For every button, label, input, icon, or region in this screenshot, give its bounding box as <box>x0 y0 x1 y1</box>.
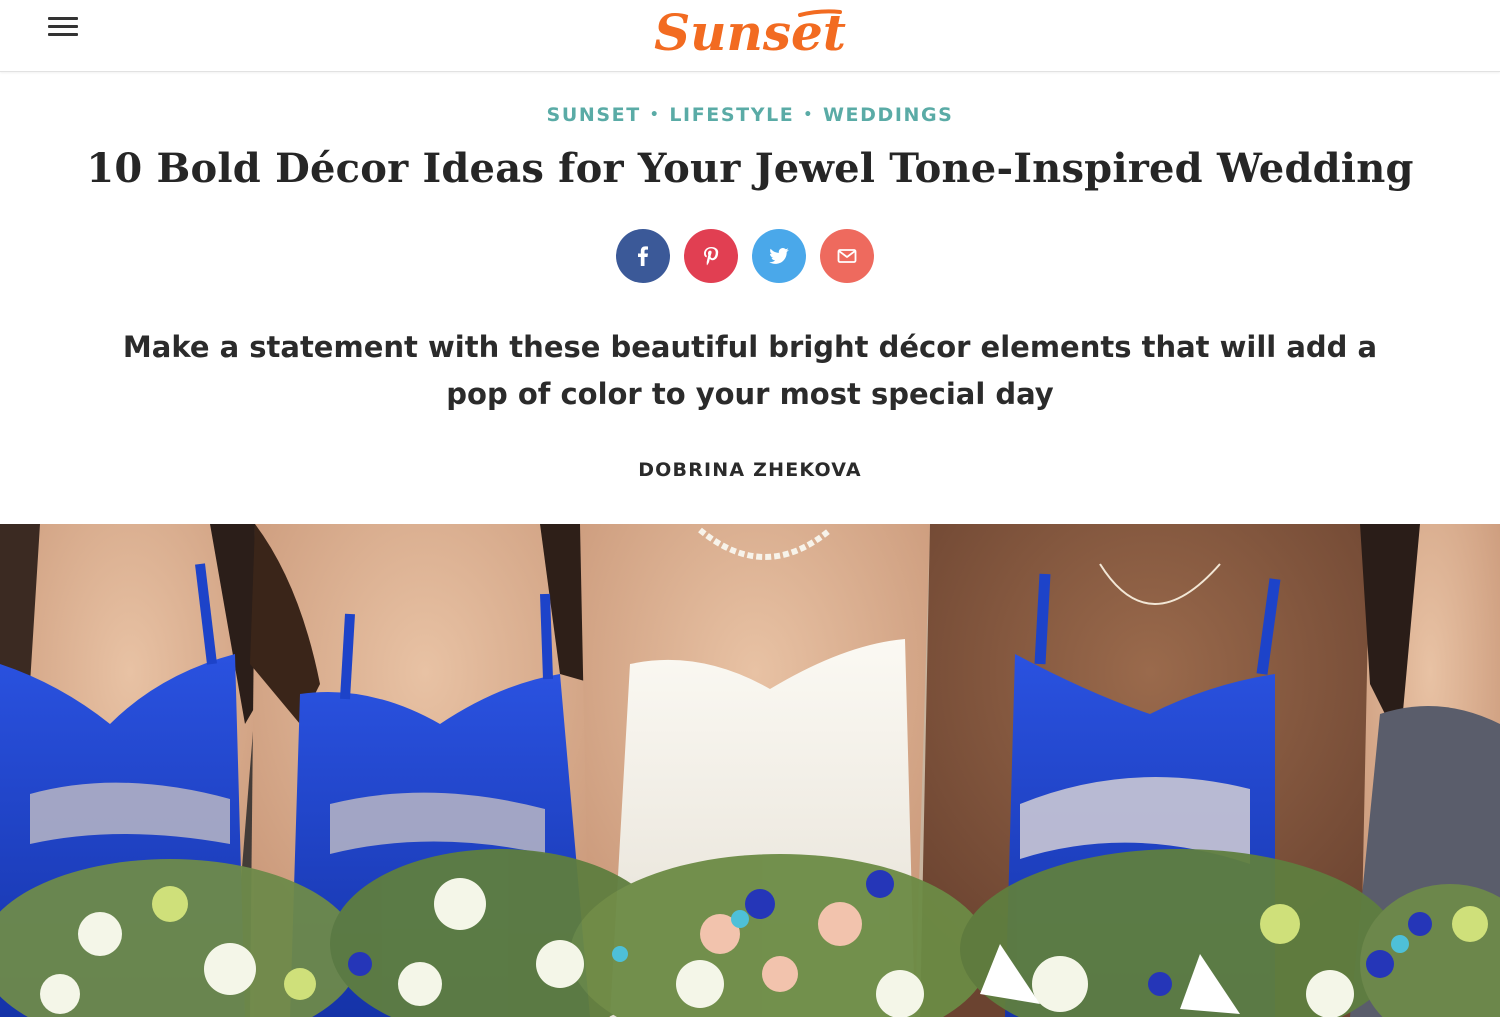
bridal-party-photo <box>0 524 1500 1017</box>
breadcrumb-item-weddings[interactable]: WEDDINGS <box>823 104 954 126</box>
twitter-icon <box>769 247 789 264</box>
breadcrumb-separator: • <box>803 107 814 123</box>
article-dek: Make a statement with these beautiful br… <box>122 330 1378 411</box>
breadcrumb-item-lifestyle[interactable]: LIFESTYLE <box>669 104 794 126</box>
sunset-logo[interactable]: Sunset <box>650 0 850 62</box>
pinterest-share-button[interactable] <box>684 229 738 283</box>
breadcrumb: SUNSET • LIFESTYLE • WEDDINGS <box>0 104 1500 126</box>
site-header: Sunset <box>0 0 1500 72</box>
author-byline: DOBRINA ZHEKOVA <box>0 459 1500 481</box>
email-share-button[interactable] <box>820 229 874 283</box>
facebook-icon <box>638 246 648 266</box>
hero-image <box>0 524 1500 1017</box>
article-title: 10 Bold Décor Ideas for Your Jewel Tone-… <box>86 145 1414 192</box>
email-icon <box>837 249 857 263</box>
share-buttons <box>616 229 886 283</box>
twitter-share-button[interactable] <box>752 229 806 283</box>
hamburger-menu-icon[interactable] <box>46 14 80 38</box>
pinterest-icon <box>704 247 719 266</box>
author-link[interactable]: DOBRINA ZHEKOVA <box>638 459 862 481</box>
breadcrumb-separator: • <box>649 107 661 123</box>
facebook-share-button[interactable] <box>616 229 670 283</box>
breadcrumb-item-sunset[interactable]: SUNSET <box>547 104 641 126</box>
